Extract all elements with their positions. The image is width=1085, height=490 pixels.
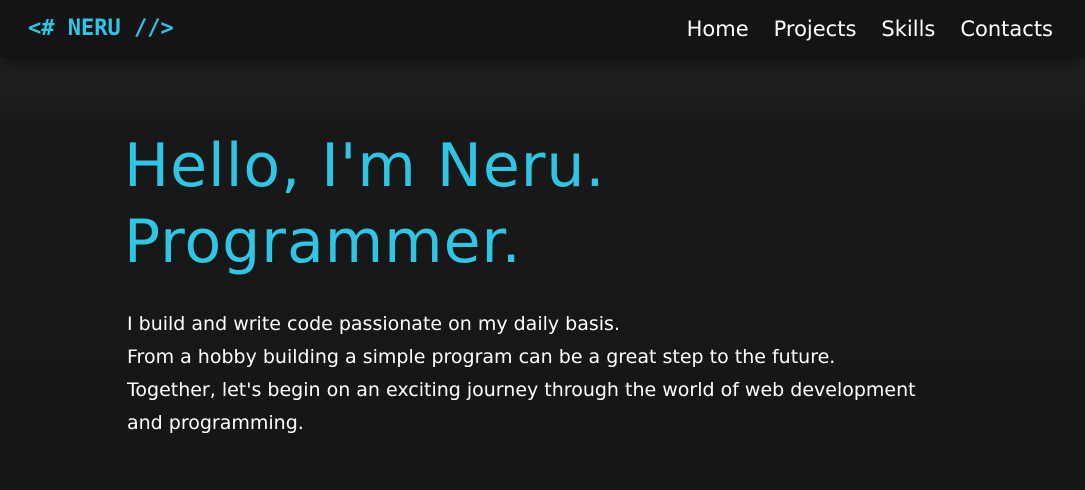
- hero-description: I build and write code passionate on my …: [127, 308, 916, 440]
- nav-links: Home Projects Skills Contacts: [687, 14, 1053, 44]
- nav-link-skills[interactable]: Skills: [881, 14, 935, 44]
- hero-description-line: From a hobby building a simple program c…: [127, 346, 836, 368]
- hero-description-line: I build and write code passionate on my …: [127, 313, 620, 335]
- top-navbar: <# NERU //> Home Projects Skills Contact…: [0, 0, 1085, 58]
- nav-link-projects[interactable]: Projects: [774, 14, 857, 44]
- nav-link-contacts[interactable]: Contacts: [960, 14, 1053, 44]
- site-logo[interactable]: <# NERU //>: [28, 14, 174, 44]
- hero-description-line: and programming.: [127, 412, 304, 434]
- hero-title: Hello, I'm Neru. Programmer.: [124, 128, 606, 280]
- nav-link-home[interactable]: Home: [687, 14, 749, 44]
- hero-section: Hello, I'm Neru. Programmer. I build and…: [0, 58, 1085, 490]
- hero-title-line-role: Programmer.: [124, 207, 522, 277]
- hero-description-line: Together, let's begin on an exciting jou…: [127, 379, 916, 401]
- hero-title-line-greeting: Hello, I'm Neru.: [124, 131, 606, 201]
